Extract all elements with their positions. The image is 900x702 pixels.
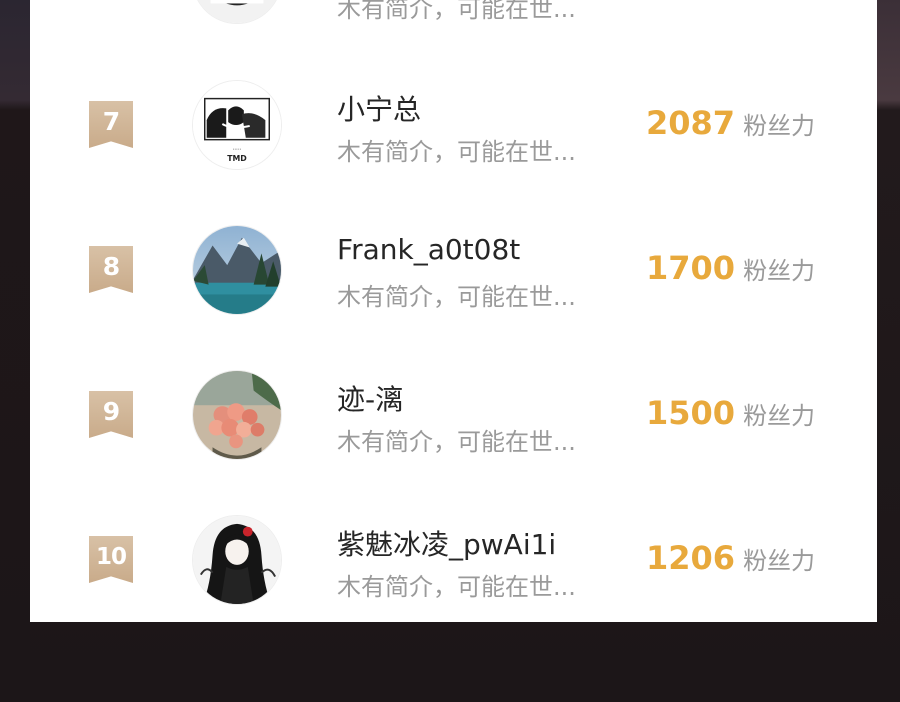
avatar[interactable]: ····· TMD (192, 80, 282, 170)
fans-power: 1500 粉丝力 (646, 394, 815, 432)
rank-badge: 10 (89, 536, 133, 583)
fans-count: 1500 (646, 394, 736, 432)
user-name[interactable]: 小宁总 (337, 88, 421, 128)
user-name[interactable]: 紫魅冰凌_pwAi1i (337, 523, 556, 563)
avatar-sketch-image: ····· TMD (193, 81, 281, 169)
user-intro: 木有简介，可能在世... (337, 283, 576, 311)
fans-power: 1206 粉丝力 (646, 539, 815, 577)
list-item[interactable]: 8 Frank_a0t08t 木有简介，可能在世... 1700 粉丝力 (30, 205, 877, 350)
rank-badge: 9 (89, 391, 133, 438)
avatar[interactable] (192, 515, 282, 605)
fans-count: 1700 (646, 249, 736, 287)
list-item[interactable]: 7 ····· TMD 小宁总 木有简介，可能在世... 2087 粉丝力 (30, 60, 877, 205)
avatar[interactable] (192, 225, 282, 315)
user-intro: 木有简介，可能在世... (337, 138, 576, 166)
list-item[interactable]: 9 迹-漓 木有简介，可能在世... 1500 粉丝力 (30, 350, 877, 495)
svg-text:·····: ····· (232, 147, 241, 153)
user-name[interactable]: 迹-漓 (337, 378, 403, 418)
list-item[interactable]: 10 紫魅冰凌_pwAi1i 木有简介，可能在世... 1206 粉丝力 (30, 495, 877, 622)
user-intro: 木有简介，可能在世... (337, 0, 576, 23)
fans-count: 2087 (646, 104, 736, 142)
fans-count: 1206 (646, 539, 736, 577)
user-name[interactable]: Frank_a0t08t (337, 233, 520, 266)
avatar[interactable] (192, 0, 282, 24)
avatar-lake-image (193, 226, 281, 314)
rank-badge: 7 (89, 101, 133, 148)
fans-label: 粉丝力 (743, 547, 816, 575)
rank-badge: 8 (89, 246, 133, 293)
left-backdrop (0, 0, 30, 702)
fans-label: 粉丝力 (743, 402, 816, 430)
ranking-card: 木有简介，可能在世... 7 ····· TMD 小宁总 木有简介，可能在世..… (30, 0, 877, 622)
user-intro: 木有简介，可能在世... (337, 573, 576, 601)
fans-power: 2087 粉丝力 (646, 104, 815, 142)
avatar-partial-image (193, 0, 281, 23)
right-backdrop (877, 0, 900, 702)
avatar-text: TMD (227, 154, 247, 163)
user-intro: 木有简介，可能在世... (337, 428, 576, 456)
avatar-anime-image (193, 516, 281, 604)
list-item-partial[interactable]: 木有简介，可能在世... (30, 0, 877, 57)
avatar[interactable] (192, 370, 282, 460)
fans-label: 粉丝力 (743, 257, 816, 285)
fans-label: 粉丝力 (743, 112, 816, 140)
avatar-flowers-image (193, 371, 281, 459)
fans-power: 1700 粉丝力 (646, 249, 815, 287)
